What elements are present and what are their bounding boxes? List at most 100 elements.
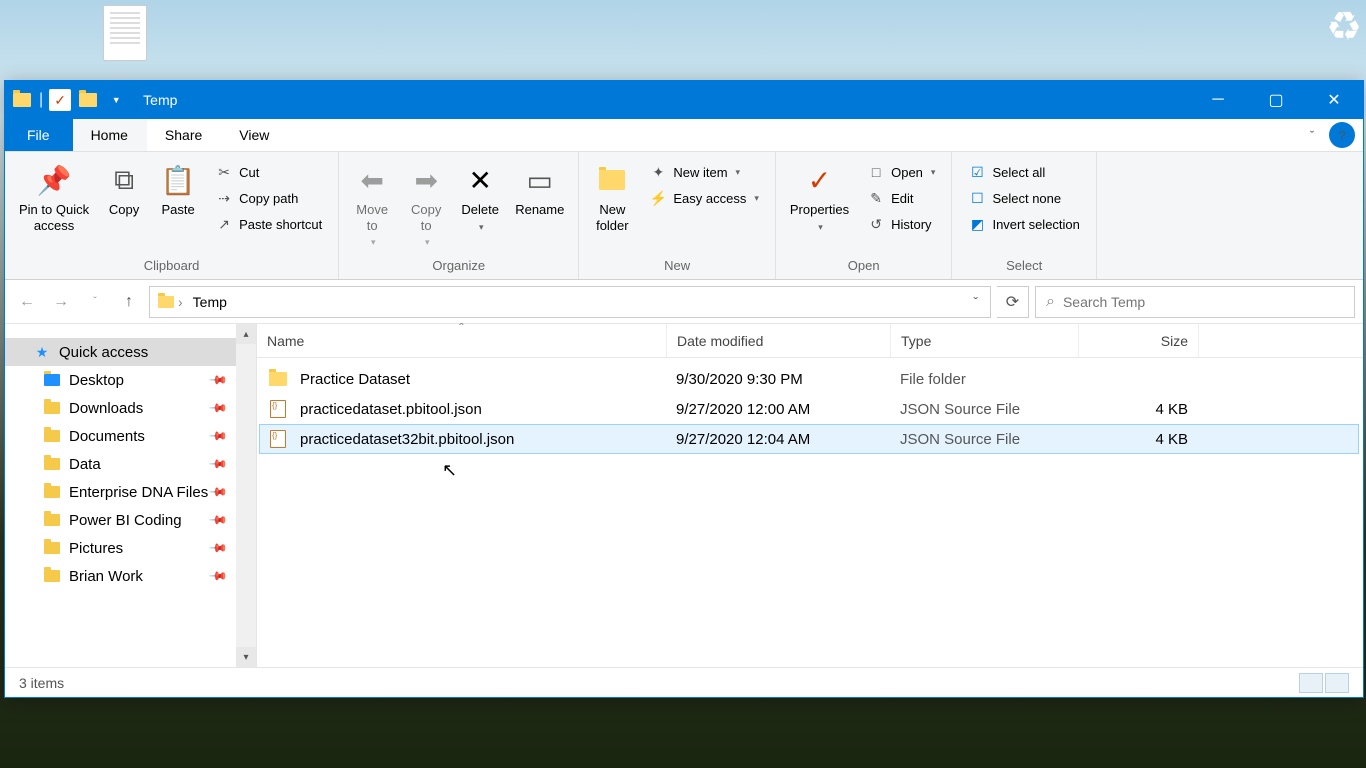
search-box[interactable]: ⌕ — [1035, 286, 1355, 318]
sidebar-quick-access[interactable]: ★Quick access — [5, 338, 236, 366]
chevron-down-icon: ▾ — [479, 222, 484, 233]
column-type[interactable]: Type — [891, 324, 1079, 357]
folder-icon — [266, 372, 290, 386]
tab-file[interactable]: File — [5, 119, 73, 151]
sidebar-item[interactable]: Desktop📌 — [5, 366, 236, 394]
history-button[interactable]: ↺History — [861, 212, 941, 236]
pin-icon: 📌 — [208, 398, 228, 418]
selectall-icon: ☑ — [968, 163, 986, 181]
close-button[interactable]: ✕ — [1305, 81, 1363, 119]
copy-to-button[interactable]: ➡ Copy to ▾ — [399, 158, 453, 252]
tab-home[interactable]: Home — [73, 119, 147, 151]
desktop-file-icon[interactable] — [95, 5, 155, 61]
sidebar-item[interactable]: Data📌 — [5, 450, 236, 478]
cut-button[interactable]: ✂Cut — [209, 160, 328, 184]
edit-button[interactable]: ✎Edit — [861, 186, 941, 210]
qat-dropdown-icon[interactable]: ▼ — [105, 89, 127, 111]
move-to-button[interactable]: ⬅ Move to ▾ — [345, 158, 399, 252]
easy-access-button[interactable]: ⚡Easy access▾ — [643, 186, 765, 210]
tab-share[interactable]: Share — [147, 119, 221, 151]
pin-icon: 📌 — [37, 162, 72, 198]
maximize-button[interactable]: ▢ — [1247, 81, 1305, 119]
column-date[interactable]: Date modified — [667, 324, 891, 357]
folder-icon — [11, 89, 33, 111]
window-title: Temp — [143, 92, 177, 108]
invert-icon: ◩ — [968, 215, 986, 233]
clipboard-group-label: Clipboard — [5, 256, 338, 277]
help-icon[interactable]: ? — [1329, 122, 1355, 148]
tab-view[interactable]: View — [221, 119, 288, 151]
easy-access-icon: ⚡ — [649, 189, 667, 207]
path-icon: ⇢ — [215, 189, 233, 207]
scroll-down-icon[interactable]: ▾ — [236, 647, 256, 667]
details-view-button[interactable] — [1299, 673, 1323, 693]
select-none-button[interactable]: ☐Select none — [962, 186, 1085, 210]
file-list: Practice Dataset9/30/2020 9:30 PMFile fo… — [257, 358, 1363, 667]
sidebar-item[interactable]: Documents📌 — [5, 422, 236, 450]
open-button[interactable]: □Open▾ — [861, 160, 941, 184]
sidebar-item[interactable]: Pictures📌 — [5, 534, 236, 562]
file-row[interactable]: practicedataset.pbitool.json9/27/2020 12… — [259, 394, 1359, 424]
delete-icon: ✕ — [468, 162, 491, 198]
properties-button[interactable]: ✓ Properties ▾ — [782, 158, 857, 237]
copy-path-button[interactable]: ⇢Copy path — [209, 186, 328, 210]
ribbon-tabs: File Home Share View ˇ ? — [5, 119, 1363, 152]
json-file-icon — [266, 400, 290, 418]
select-all-button[interactable]: ☑Select all — [962, 160, 1085, 184]
back-button[interactable]: ← — [13, 288, 41, 316]
sidebar-item[interactable]: Enterprise DNA Files📌 — [5, 478, 236, 506]
pin-icon: 📌 — [208, 370, 228, 390]
invert-selection-button[interactable]: ◩Invert selection — [962, 212, 1085, 236]
scroll-up-icon[interactable]: ▴ — [236, 324, 256, 344]
copy-icon: ⧉ — [114, 162, 134, 198]
pin-quick-access-button[interactable]: 📌 Pin to Quick access — [11, 158, 97, 237]
file-row[interactable]: practicedataset32bit.pbitool.json9/27/20… — [259, 424, 1359, 454]
chevron-down-icon: ▾ — [425, 237, 430, 248]
up-button[interactable]: ↑ — [115, 288, 143, 316]
rename-icon: ▭ — [527, 162, 553, 198]
file-row[interactable]: Practice Dataset9/30/2020 9:30 PMFile fo… — [259, 364, 1359, 394]
collapse-ribbon-icon[interactable]: ˇ — [1299, 122, 1325, 148]
forward-button[interactable]: → — [47, 288, 75, 316]
qat-newfolder-icon[interactable] — [77, 89, 99, 111]
recycle-bin-icon[interactable]: ♻ — [1326, 4, 1362, 50]
pin-icon: 📌 — [208, 510, 228, 530]
qat-properties-icon[interactable]: ✓ — [49, 89, 71, 111]
icons-view-button[interactable] — [1325, 673, 1349, 693]
new-item-button[interactable]: ✦New item▾ — [643, 160, 765, 184]
breadcrumb[interactable]: › Temp ˇ — [149, 286, 991, 318]
breadcrumb-root[interactable]: › — [156, 292, 185, 312]
select-group-label: Select — [952, 256, 1095, 277]
breadcrumb-drop-icon[interactable]: ˇ — [967, 294, 984, 310]
sidebar-item[interactable]: Downloads📌 — [5, 394, 236, 422]
pin-icon: 📌 — [208, 426, 228, 446]
column-name[interactable]: Name — [257, 324, 667, 357]
open-icon: □ — [867, 163, 885, 181]
pin-icon: 📌 — [208, 566, 228, 586]
copyto-icon: ➡ — [414, 162, 437, 198]
pin-icon: 📌 — [208, 538, 228, 558]
rename-button[interactable]: ▭ Rename — [507, 158, 572, 222]
pin-icon: 📌 — [208, 482, 228, 502]
minimize-button[interactable]: ─ — [1189, 81, 1247, 119]
search-input[interactable] — [1063, 294, 1344, 310]
recent-dropdown[interactable]: ˇ — [81, 288, 109, 316]
sidebar-item[interactable]: Brian Work📌 — [5, 562, 236, 590]
new-item-icon: ✦ — [649, 163, 667, 181]
new-group-label: New — [579, 256, 775, 277]
file-pane: Name Date modified Type Size Practice Da… — [257, 324, 1363, 667]
refresh-button[interactable]: ⟳ — [997, 286, 1029, 318]
organize-group-label: Organize — [339, 256, 578, 277]
copy-button[interactable]: ⧉ Copy — [97, 158, 151, 222]
nav-scrollbar[interactable]: ▴ ▾ — [236, 324, 256, 667]
new-folder-button[interactable]: New folder — [585, 158, 639, 237]
breadcrumb-current[interactable]: Temp — [191, 292, 229, 312]
delete-button[interactable]: ✕ Delete ▾ — [453, 158, 507, 237]
json-file-icon — [266, 430, 290, 448]
navigation-pane: ★Quick accessDesktop📌Downloads📌Documents… — [5, 324, 257, 667]
paste-button[interactable]: 📋 Paste — [151, 158, 205, 222]
sidebar-item[interactable]: Power BI Coding📌 — [5, 506, 236, 534]
paste-shortcut-button[interactable]: ↗Paste shortcut — [209, 212, 328, 236]
edit-icon: ✎ — [867, 189, 885, 207]
column-size[interactable]: Size — [1079, 324, 1199, 357]
